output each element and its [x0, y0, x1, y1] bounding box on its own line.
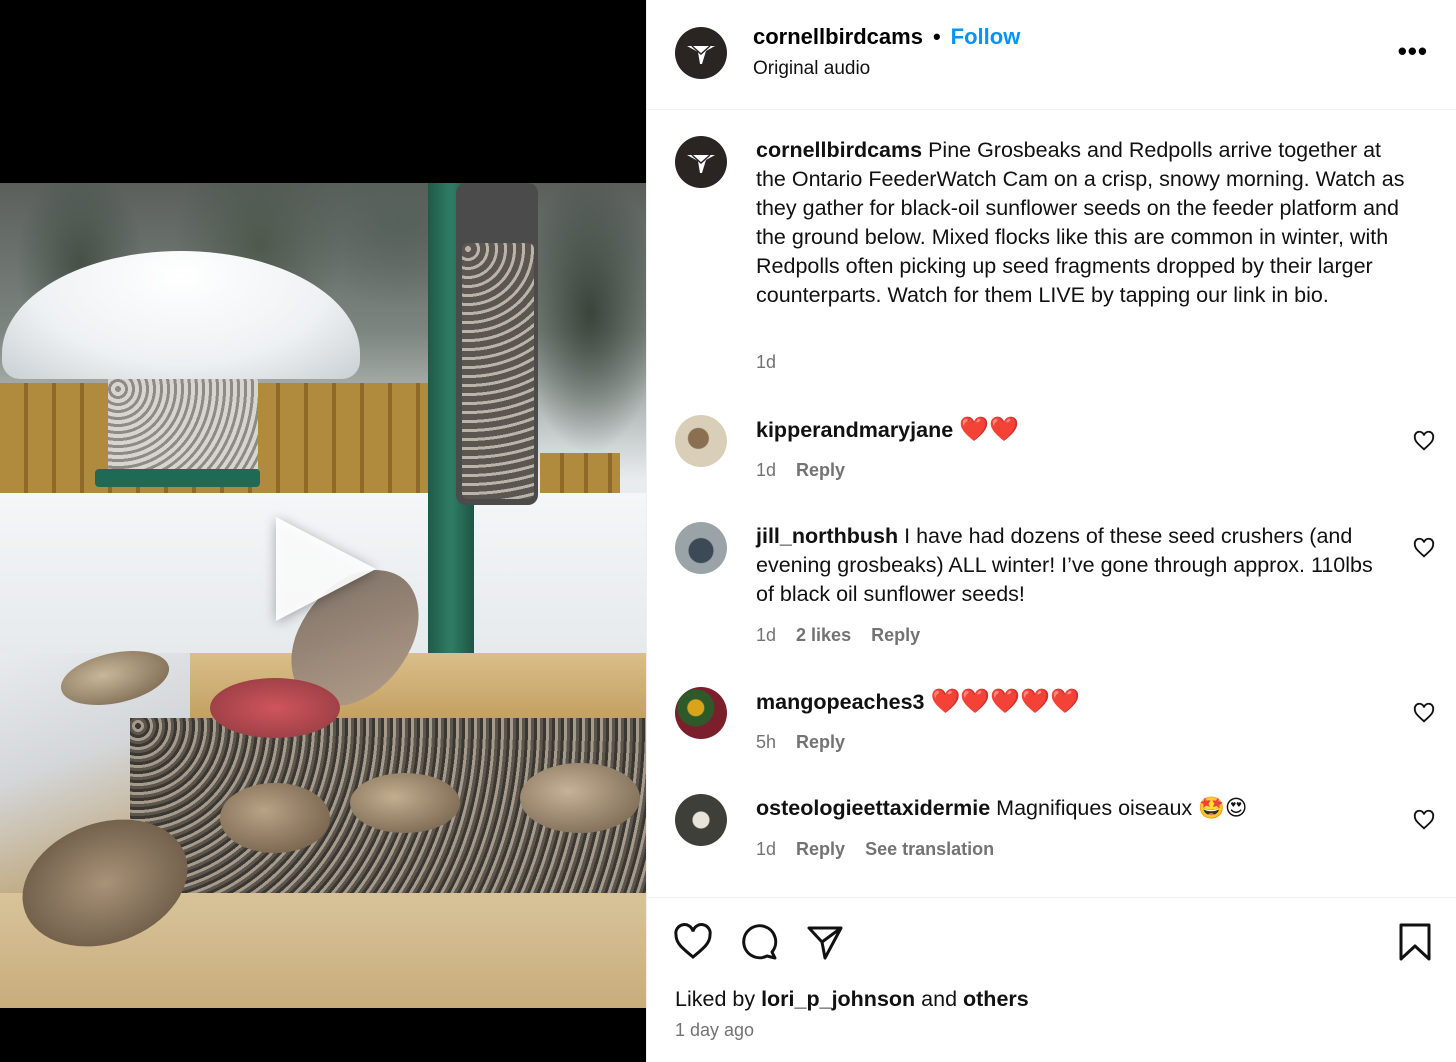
heart-icon[interactable]: [1413, 430, 1435, 452]
reply-button[interactable]: Reply: [796, 839, 845, 860]
more-options-icon[interactable]: •••: [1398, 36, 1428, 67]
liked-by-user[interactable]: lori_p_johnson: [761, 987, 915, 1011]
bird: [210, 678, 340, 738]
send-icon[interactable]: [805, 922, 845, 962]
avatar[interactable]: [675, 794, 727, 846]
avatar[interactable]: [675, 687, 727, 739]
likes-count[interactable]: 2 likes: [796, 625, 851, 646]
hopper-feeder: [108, 379, 258, 469]
comment-author[interactable]: kipperandmaryjane: [756, 418, 953, 442]
heart-icon[interactable]: [1413, 537, 1435, 559]
comment-emoji: 🤩😍: [1198, 796, 1248, 820]
comment-icon[interactable]: [739, 922, 779, 962]
avatar[interactable]: [675, 136, 727, 188]
liked-by: Liked by lori_p_johnson and others: [675, 987, 1029, 1011]
post-sidebar: cornellbirdcams • Follow Original audio …: [646, 0, 1456, 1062]
post-author[interactable]: cornellbirdcams: [753, 24, 923, 50]
post-actions: Liked by lori_p_johnson and others 1 day…: [647, 897, 1456, 1062]
reply-button[interactable]: Reply: [796, 460, 845, 481]
see-translation-button[interactable]: See translation: [865, 839, 994, 860]
caption-text: Pine Grosbeaks and Redpolls arrive toget…: [756, 138, 1405, 307]
comment-emoji: ❤️❤️❤️❤️❤️: [930, 688, 1080, 715]
comment-timestamp[interactable]: 1d: [756, 839, 776, 860]
bird-logo-icon: [687, 154, 715, 173]
heart-icon[interactable]: [1413, 702, 1435, 724]
bookmark-icon[interactable]: [1395, 922, 1435, 962]
comment-timestamp[interactable]: 1d: [756, 460, 776, 481]
separator: •: [932, 24, 941, 49]
bird: [520, 763, 640, 833]
heart-icon[interactable]: [1413, 809, 1435, 831]
avatar[interactable]: [675, 415, 727, 467]
reply-button[interactable]: Reply: [871, 625, 920, 646]
comment-text: Magnifiques oiseaux: [996, 796, 1193, 820]
reply-button[interactable]: Reply: [796, 732, 845, 753]
follow-button[interactable]: Follow: [951, 24, 1021, 50]
bird-logo-icon: [687, 45, 715, 64]
instagram-post: cornellbirdcams • Follow Original audio …: [0, 0, 1456, 1062]
caption-author[interactable]: cornellbirdcams: [756, 138, 922, 162]
comment-author[interactable]: jill_northbush: [756, 524, 898, 548]
bird: [220, 783, 330, 853]
post-timestamp[interactable]: 1 day ago: [675, 1020, 754, 1041]
liked-by-others[interactable]: others: [963, 987, 1029, 1011]
comment-author[interactable]: osteologieettaxidermie: [756, 796, 990, 820]
avatar[interactable]: [675, 27, 727, 79]
comment-timestamp[interactable]: 1d: [756, 625, 776, 646]
caption-timestamp[interactable]: 1d: [756, 352, 776, 373]
audio-link[interactable]: Original audio: [753, 58, 870, 80]
comment-author[interactable]: mangopeaches3: [756, 690, 924, 714]
heart-icon[interactable]: [673, 922, 713, 962]
play-icon[interactable]: [276, 517, 376, 621]
bird: [350, 773, 460, 833]
comment-timestamp[interactable]: 5h: [756, 732, 776, 753]
post-header: cornellbirdcams • Follow Original audio …: [647, 0, 1456, 110]
avatar[interactable]: [675, 522, 727, 574]
comment-emoji: ❤️❤️: [959, 416, 1019, 443]
video-player[interactable]: [0, 0, 646, 1062]
